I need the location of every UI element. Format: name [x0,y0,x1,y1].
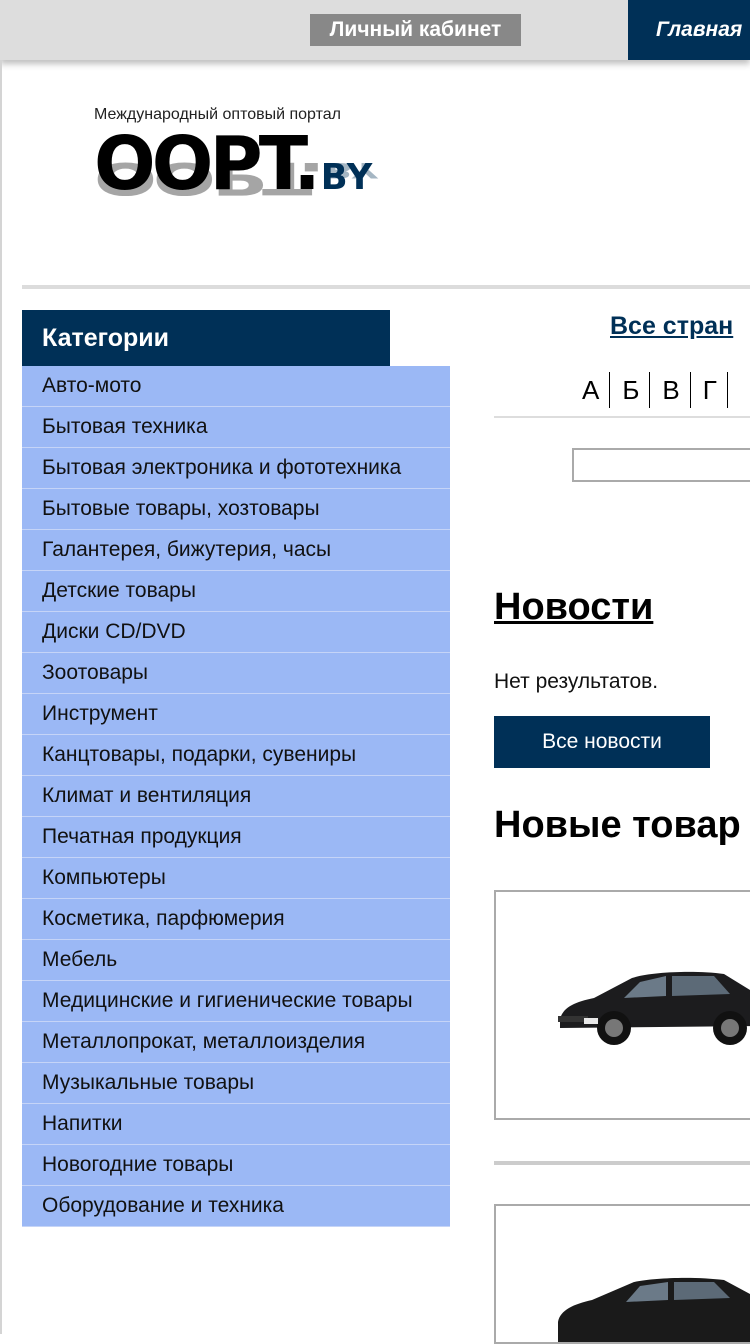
all-news-button[interactable]: Все новости [494,716,710,768]
product-image-car [558,971,750,1045]
news-empty-text: Нет результатов. [494,670,659,693]
category-item[interactable]: Зоотовары [22,653,450,694]
category-item[interactable]: Компьютеры [22,858,450,899]
top-bar: Личный кабинет Главная [0,0,750,60]
category-item[interactable]: Канцтовары, подарки, сувениры [22,735,450,776]
category-item[interactable]: Музыкальные товары [22,1063,450,1104]
alphabet-letter[interactable]: Б [620,372,651,408]
categories-title: Категории [22,310,390,366]
categories-list: Авто-мото Бытовая техника Бытовая электрон… [22,366,450,1227]
category-item[interactable]: Мебель [22,940,450,981]
category-item[interactable]: Галантерея, бижутерия, часы [22,530,450,571]
news-title[interactable]: Новости [494,586,653,629]
alphabet-divider [494,416,750,418]
category-item[interactable]: Диски CD/DVD [22,612,450,653]
page-left-border [0,60,2,1334]
category-item[interactable]: Инструмент [22,694,450,735]
personal-account-button[interactable]: Личный кабинет [310,14,521,46]
country-alphabet: АБВГ [580,372,738,408]
category-item[interactable]: Авто-мото [22,366,450,407]
category-item[interactable]: Косметика, парфюмерия [22,899,450,940]
all-countries-link[interactable]: Все стран [610,312,733,341]
alphabet-letter[interactable]: Г [701,372,728,408]
new-goods-title: Новые товар [494,804,741,846]
product-card[interactable] [494,1204,750,1344]
category-item[interactable]: Бытовая техника [22,407,450,448]
category-item[interactable]: Новогодние товары [22,1145,450,1186]
site-logo[interactable]: Международный оптовый портал OOPT. BY OOP… [94,106,414,246]
product-card[interactable] [494,890,750,1120]
category-item[interactable]: Бытовая электроника и фототехника [22,448,450,489]
logo-reflection: OOPT. BY [94,160,379,196]
category-item[interactable]: Детские товары [22,571,450,612]
category-item[interactable]: Бытовые товары, хозтовары [22,489,450,530]
country-search-input[interactable] [572,448,750,482]
category-item[interactable]: Металлопрокат, металлоизделия [22,1022,450,1063]
home-nav-link[interactable]: Главная [628,0,750,60]
category-item[interactable]: Климат и вентиляция [22,776,450,817]
header-divider [22,285,750,289]
alphabet-letter[interactable]: А [580,372,611,408]
category-item[interactable]: Медицинские и гигиенические товары [22,981,450,1022]
category-item[interactable]: Печатная продукция [22,817,450,858]
alphabet-letter[interactable]: В [660,372,691,408]
category-item[interactable]: Оборудование и техника [22,1186,450,1227]
products-divider [494,1161,750,1165]
category-item[interactable]: Напитки [22,1104,450,1145]
